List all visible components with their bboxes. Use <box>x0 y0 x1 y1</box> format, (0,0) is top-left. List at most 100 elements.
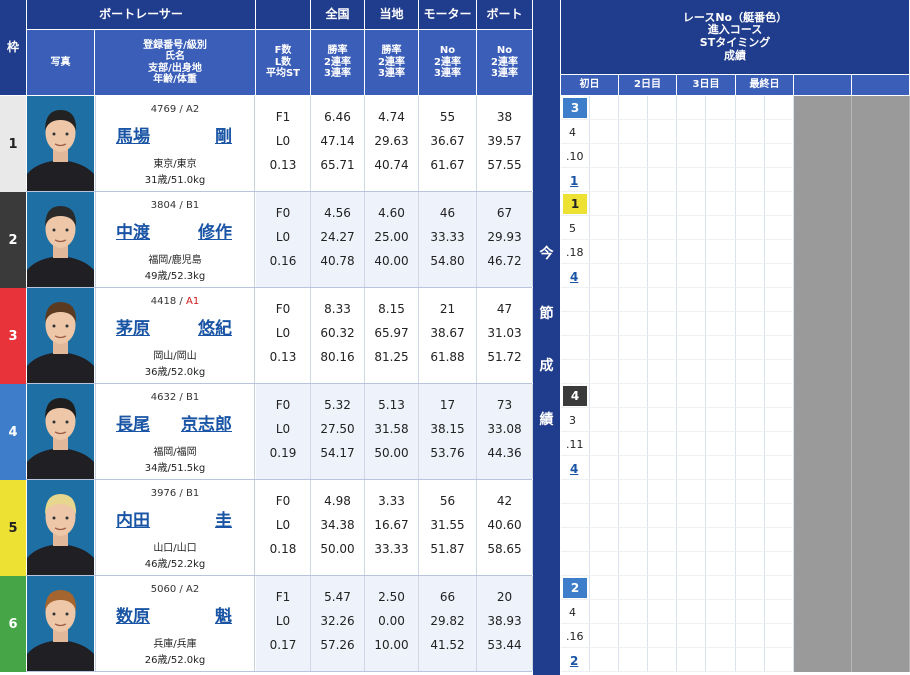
finish-rank-link[interactable]: 1 <box>570 174 578 188</box>
result-cell[interactable] <box>677 144 706 168</box>
result-cell[interactable] <box>677 408 706 432</box>
result-cell[interactable] <box>677 240 706 264</box>
result-cell[interactable] <box>736 360 765 384</box>
result-cell[interactable] <box>706 408 736 432</box>
result-cell[interactable] <box>765 288 794 312</box>
result-cell[interactable] <box>736 216 765 240</box>
result-cell[interactable] <box>736 432 765 456</box>
result-cell[interactable] <box>706 624 736 648</box>
result-cell[interactable] <box>736 504 765 528</box>
result-cell[interactable] <box>590 96 619 120</box>
race-number-badge[interactable]: 4 <box>563 386 587 406</box>
result-cell[interactable] <box>677 336 706 360</box>
result-cell[interactable] <box>765 576 794 600</box>
result-cell[interactable] <box>765 96 794 120</box>
result-cell[interactable] <box>706 360 736 384</box>
racer-name-link[interactable]: 内田 圭 <box>116 506 232 531</box>
result-cell[interactable] <box>706 552 736 576</box>
result-cell[interactable] <box>765 384 794 408</box>
result-cell[interactable] <box>590 168 619 192</box>
result-cell[interactable] <box>619 432 648 456</box>
racer-photo-frame[interactable] <box>27 96 94 191</box>
result-cell[interactable] <box>648 240 677 264</box>
result-cell[interactable] <box>765 144 794 168</box>
result-cell[interactable] <box>736 624 765 648</box>
result-cell[interactable] <box>736 456 765 480</box>
result-cell[interactable] <box>619 360 648 384</box>
result-cell[interactable] <box>677 600 706 624</box>
result-cell[interactable] <box>736 552 765 576</box>
racer-photo-frame[interactable] <box>27 480 94 575</box>
result-cell[interactable] <box>765 216 794 240</box>
result-cell[interactable] <box>736 168 765 192</box>
result-cell[interactable] <box>706 576 736 600</box>
result-cell[interactable] <box>677 504 706 528</box>
result-cell[interactable] <box>736 144 765 168</box>
result-cell[interactable] <box>677 264 706 288</box>
result-cell[interactable] <box>590 120 619 144</box>
finish-rank-link[interactable]: 2 <box>570 654 578 668</box>
result-cell[interactable] <box>765 504 794 528</box>
result-cell[interactable] <box>648 552 677 576</box>
result-cell[interactable] <box>561 504 590 528</box>
result-cell[interactable] <box>619 576 648 600</box>
race-number-badge[interactable]: 1 <box>563 194 587 214</box>
result-cell[interactable] <box>765 264 794 288</box>
result-cell[interactable] <box>619 480 648 504</box>
result-cell[interactable] <box>736 288 765 312</box>
result-cell[interactable] <box>561 312 590 336</box>
result-cell[interactable] <box>590 624 619 648</box>
racer-photo-frame[interactable] <box>27 192 94 287</box>
result-cell[interactable] <box>590 384 619 408</box>
result-cell[interactable] <box>736 240 765 264</box>
result-cell[interactable] <box>619 504 648 528</box>
result-cell[interactable] <box>590 192 619 216</box>
result-cell[interactable] <box>648 312 677 336</box>
finish-rank-link[interactable]: 4 <box>570 462 578 476</box>
result-cell[interactable] <box>648 480 677 504</box>
result-cell[interactable] <box>648 336 677 360</box>
result-cell[interactable] <box>648 264 677 288</box>
result-cell[interactable] <box>648 384 677 408</box>
result-cell[interactable] <box>736 408 765 432</box>
result-cell[interactable] <box>619 456 648 480</box>
result-cell[interactable] <box>619 168 648 192</box>
result-cell[interactable] <box>706 168 736 192</box>
result-cell[interactable] <box>677 456 706 480</box>
racer-photo-frame[interactable] <box>27 288 94 383</box>
result-cell[interactable] <box>765 552 794 576</box>
result-cell[interactable] <box>590 504 619 528</box>
result-cell[interactable] <box>765 624 794 648</box>
result-cell[interactable] <box>590 432 619 456</box>
result-cell[interactable] <box>648 624 677 648</box>
result-cell[interactable] <box>648 576 677 600</box>
result-cell[interactable] <box>590 144 619 168</box>
result-cell[interactable] <box>648 648 677 672</box>
race-number-badge[interactable]: 3 <box>563 98 587 118</box>
racer-name-link[interactable]: 中渡 修作 <box>116 218 232 243</box>
racer-name-link[interactable]: 数原 魁 <box>116 602 232 627</box>
result-cell[interactable] <box>590 456 619 480</box>
race-number-badge[interactable]: 2 <box>563 578 587 598</box>
finish-rank-link[interactable]: 4 <box>570 270 578 284</box>
result-cell[interactable] <box>706 96 736 120</box>
result-cell[interactable] <box>736 336 765 360</box>
result-cell[interactable] <box>765 456 794 480</box>
result-cell[interactable] <box>677 624 706 648</box>
result-cell[interactable] <box>677 288 706 312</box>
result-cell[interactable] <box>590 528 619 552</box>
result-cell[interactable] <box>736 576 765 600</box>
result-cell[interactable] <box>677 360 706 384</box>
result-cell[interactable] <box>561 288 590 312</box>
result-cell[interactable] <box>706 288 736 312</box>
result-cell[interactable] <box>648 456 677 480</box>
result-cell[interactable] <box>765 480 794 504</box>
result-cell[interactable] <box>619 648 648 672</box>
result-cell[interactable] <box>619 216 648 240</box>
result-cell[interactable] <box>677 576 706 600</box>
result-cell[interactable] <box>677 648 706 672</box>
result-cell[interactable] <box>648 432 677 456</box>
result-cell[interactable] <box>590 336 619 360</box>
result-cell[interactable] <box>648 288 677 312</box>
result-cell[interactable] <box>706 480 736 504</box>
